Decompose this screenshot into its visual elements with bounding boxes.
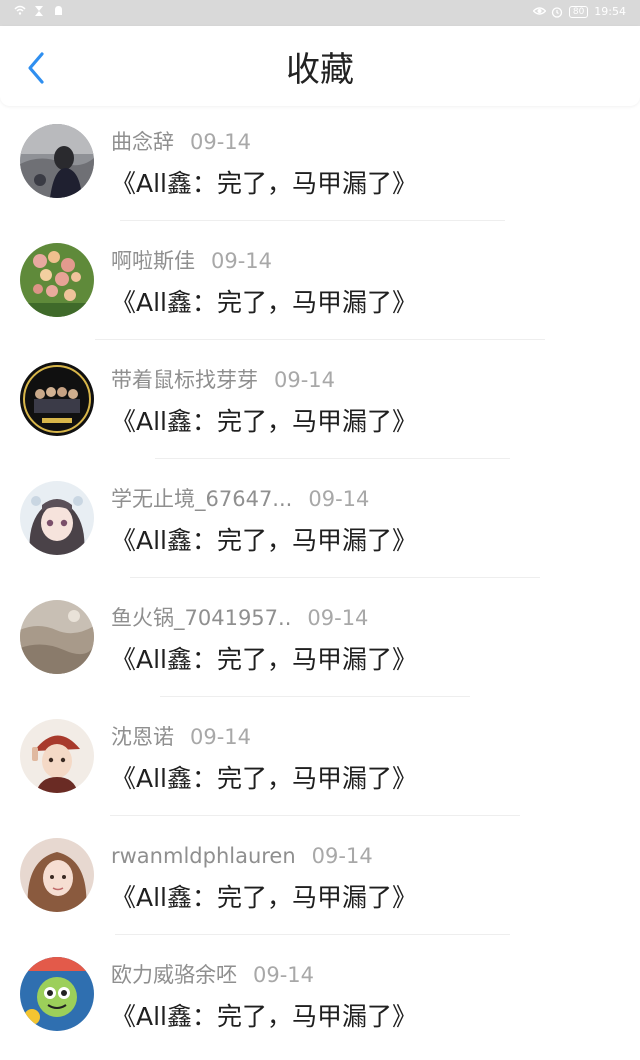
list-item[interactable]: 欧力威骆余呸 09-14 《All鑫：完了，马甲漏了》 — [0, 941, 640, 1060]
list-item[interactable]: 沈恩诺 09-14 《All鑫：完了，马甲漏了》 — [0, 703, 640, 822]
avatar[interactable] — [20, 719, 94, 793]
list-item[interactable]: 鱼火锅_7041957.. 09-14 《All鑫：完了，马甲漏了》 — [0, 584, 640, 703]
item-meta: 欧力威骆余呸 09-14 — [111, 961, 314, 989]
header: 收藏 — [0, 26, 640, 106]
battery-icon: 80 — [568, 5, 589, 18]
avatar[interactable] — [20, 600, 94, 674]
status-right-icons: 80 19:54 — [532, 5, 626, 18]
item-date: 09-14 — [190, 130, 252, 154]
status-time: 19:54 — [594, 5, 626, 18]
notification-icon — [52, 5, 64, 17]
hourglass-icon — [33, 5, 45, 17]
status-left-icons — [14, 5, 64, 17]
divider — [110, 815, 520, 816]
item-meta: 学无止境_67647... 09-14 — [111, 485, 369, 513]
avatar[interactable] — [20, 362, 94, 436]
list-item[interactable]: rwanmldphlauren 09-14 《All鑫：完了，马甲漏了》 — [0, 822, 640, 941]
favorites-list: 曲念辞 09-14 《All鑫：完了，马甲漏了》 啊啦斯佳 09-14 《All鑫：完了，… — [0, 108, 640, 1060]
user-name[interactable]: rwanmldphlauren — [111, 842, 296, 870]
user-name[interactable]: 带着鼠标找芽芽 — [111, 366, 258, 394]
item-date: 09-14 — [274, 368, 336, 392]
alarm-icon — [551, 6, 563, 18]
user-name[interactable]: 沈恩诺 — [111, 723, 174, 751]
item-date: 09-14 — [253, 963, 315, 987]
item-meta: 沈恩诺 09-14 — [111, 723, 251, 751]
divider — [120, 220, 505, 221]
item-title[interactable]: 《All鑫：完了，马甲漏了》 — [111, 405, 417, 439]
divider — [115, 934, 510, 935]
status-bar: 80 19:54 — [0, 0, 640, 26]
item-meta: 曲念辞 09-14 — [111, 128, 251, 156]
divider — [155, 458, 510, 459]
item-date: 09-14 — [307, 606, 369, 630]
list-item[interactable]: 学无止境_67647... 09-14 《All鑫：完了，马甲漏了》 — [0, 465, 640, 584]
eye-icon — [532, 6, 547, 18]
list-item[interactable]: 带着鼠标找芽芽 09-14 《All鑫：完了，马甲漏了》 — [0, 346, 640, 465]
item-title[interactable]: 《All鑫：完了，马甲漏了》 — [111, 524, 417, 558]
divider — [160, 696, 470, 697]
item-date: 09-14 — [190, 725, 252, 749]
page-title: 收藏 — [286, 50, 354, 90]
item-meta: 带着鼠标找芽芽 09-14 — [111, 366, 335, 394]
user-name[interactable]: 啊啦斯佳 — [111, 247, 195, 275]
avatar[interactable] — [20, 481, 94, 555]
item-title[interactable]: 《All鑫：完了，马甲漏了》 — [111, 762, 417, 796]
list-item[interactable]: 曲念辞 09-14 《All鑫：完了，马甲漏了》 — [0, 108, 640, 227]
avatar[interactable] — [20, 243, 94, 317]
divider — [95, 339, 545, 340]
user-name[interactable]: 曲念辞 — [111, 128, 174, 156]
avatar[interactable] — [20, 838, 94, 912]
item-meta: 鱼火锅_7041957.. 09-14 — [111, 604, 368, 632]
item-date: 09-14 — [308, 487, 370, 511]
wifi-icon — [14, 5, 26, 17]
item-date: 09-14 — [211, 249, 273, 273]
item-meta: 啊啦斯佳 09-14 — [111, 247, 272, 275]
divider — [130, 577, 540, 578]
user-name[interactable]: 鱼火锅_7041957.. — [111, 604, 291, 632]
item-title[interactable]: 《All鑫：完了，马甲漏了》 — [111, 1000, 417, 1034]
item-date: 09-14 — [311, 844, 373, 868]
item-meta: rwanmldphlauren 09-14 — [111, 842, 373, 870]
user-name[interactable]: 欧力威骆余呸 — [111, 961, 237, 989]
list-item[interactable]: 啊啦斯佳 09-14 《All鑫：完了，马甲漏了》 — [0, 227, 640, 346]
avatar[interactable] — [20, 957, 94, 1031]
item-title[interactable]: 《All鑫：完了，马甲漏了》 — [111, 881, 417, 915]
item-title[interactable]: 《All鑫：完了，马甲漏了》 — [111, 286, 417, 320]
avatar[interactable] — [20, 124, 94, 198]
user-name[interactable]: 学无止境_67647... — [111, 485, 292, 513]
item-title[interactable]: 《All鑫：完了，马甲漏了》 — [111, 167, 417, 201]
item-title[interactable]: 《All鑫：完了，马甲漏了》 — [111, 643, 417, 677]
